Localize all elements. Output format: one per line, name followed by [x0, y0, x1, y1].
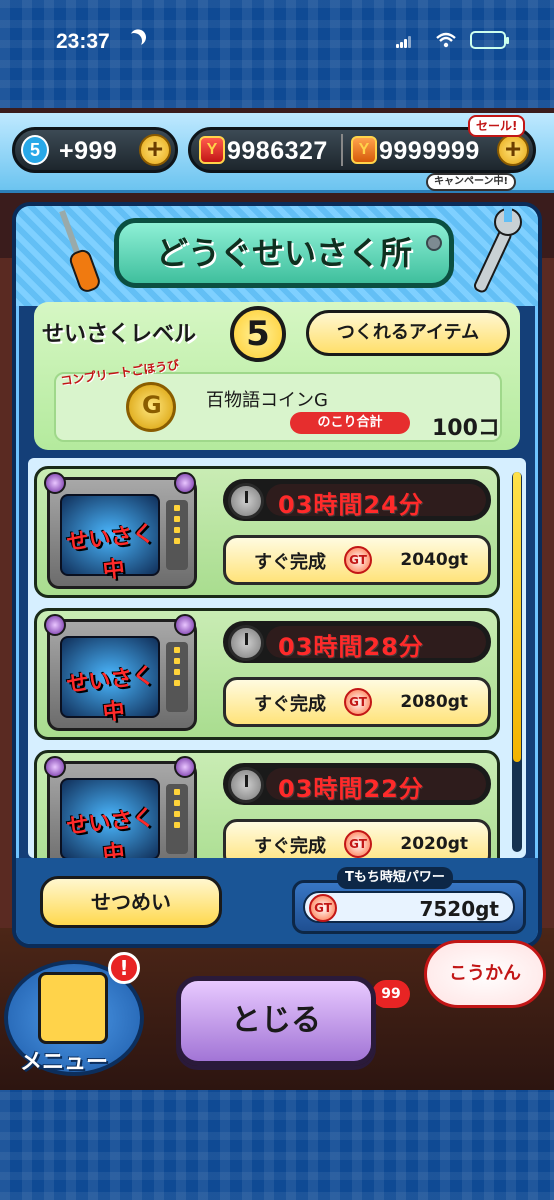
knob-icon	[174, 614, 196, 636]
instant-label: すぐ完成	[254, 836, 326, 857]
level-area: せいさくレベル 5 つくれるアイテム コンプリートごほうび 百物語コインG のこ…	[34, 302, 520, 450]
close-button[interactable]: とじる	[176, 976, 376, 1066]
explain-button[interactable]: せつめい	[40, 876, 222, 928]
timer-text: 03時間24分	[278, 491, 424, 519]
exchange-button[interactable]: こうかん	[424, 940, 546, 1008]
level-number: 5	[230, 306, 286, 362]
yen-amount: 9986327	[227, 137, 328, 165]
crafting-badge: せいさく中	[65, 805, 156, 858]
menu-label: メニュー	[20, 1050, 109, 1075]
spirit-count: +999	[59, 137, 118, 165]
spirit-counter: 5 +999 +	[12, 127, 178, 173]
remaining-count: 100コ	[432, 416, 500, 441]
power-label: Tもち時短パワー	[337, 867, 453, 889]
timer-bar: 03時間22分	[223, 763, 491, 805]
wifi-icon	[436, 32, 456, 48]
knob-icon	[44, 756, 66, 778]
moon-icon	[124, 31, 145, 52]
page-title: どうぐせいさく所	[114, 218, 454, 288]
craft-row: せいさく中 03時間24分 すぐ完成 GT 2040gt	[34, 466, 500, 598]
crafting-badge: せいさく中	[65, 521, 156, 584]
microwave-screen: せいさく中	[60, 494, 160, 584]
scrollbar[interactable]	[512, 472, 522, 852]
instant-complete-button[interactable]: すぐ完成 GT 2080gt	[223, 677, 491, 727]
campaign-tag: キャンペーン中!	[426, 173, 517, 191]
status-time: 23:37	[56, 30, 110, 53]
microwave-icon: せいさく中	[44, 614, 197, 731]
gt-icon: GT	[309, 894, 337, 922]
timer-text: 03時間28分	[278, 633, 424, 661]
clock-icon	[228, 625, 264, 661]
workshop-panel: どうぐせいさく所 せいさくレベル 5 つくれるアイテム コンプリートごほうび 百…	[12, 202, 542, 948]
signal-icon	[396, 36, 412, 48]
craft-row: せいさく中 03時間28分 すぐ完成 GT 2080gt	[34, 608, 500, 740]
footer-background	[0, 1090, 554, 1200]
instant-cost: 2020gt	[400, 834, 468, 854]
spirit-level-badge: 5	[21, 135, 49, 165]
level-label: せいさくレベル	[42, 322, 197, 347]
screwdriver-icon	[59, 210, 100, 292]
battery-icon	[470, 31, 509, 49]
time-shortening-power: Tもち時短パワー GT 7520gt	[292, 867, 526, 934]
instant-label: すぐ完成	[254, 694, 326, 715]
reward-name: 百物語コインG	[206, 390, 328, 411]
sale-tag[interactable]: セール!	[468, 115, 526, 137]
makeable-items-button[interactable]: つくれるアイテム	[306, 310, 510, 356]
point-coin-icon: Y	[351, 136, 377, 164]
microwave-icon: せいさく中	[44, 472, 197, 589]
instant-complete-button[interactable]: すぐ完成 GT 2040gt	[223, 535, 491, 585]
gt-icon: GT	[344, 830, 372, 858]
add-spirit-button[interactable]: +	[139, 134, 171, 166]
microwave-panel	[166, 784, 188, 854]
count-badge: 99	[372, 980, 410, 1008]
divider	[341, 134, 343, 166]
craft-list[interactable]: せいさく中 03時間24分 すぐ完成 GT 2040gt せいさく中 03時間2…	[28, 458, 526, 858]
wrench-icon	[473, 208, 522, 293]
microwave-panel	[166, 642, 188, 712]
instant-cost: 2040gt	[400, 550, 468, 570]
timer-bar: 03時間24分	[223, 479, 491, 521]
remaining-label: のこり合計	[290, 412, 410, 434]
bolt-icon	[426, 235, 442, 251]
microwave-icon: せいさく中	[44, 756, 197, 858]
complete-reward-box: コンプリートごほうび 百物語コインG のこり合計 100コ	[54, 358, 502, 442]
timer-bar: 03時間28分	[223, 621, 491, 663]
point-amount: 9999999	[379, 137, 480, 165]
power-value: 7520gt	[419, 897, 499, 921]
currency-bar: 5 +999 + Y 9986327 Y 9999999 + セール! キャンペ…	[0, 113, 554, 193]
microwave-screen: せいさく中	[60, 778, 160, 858]
knob-icon	[174, 472, 196, 494]
instant-label: すぐ完成	[254, 552, 326, 573]
knob-icon	[174, 756, 196, 778]
crafting-badge: せいさく中	[65, 663, 156, 726]
status-bar: 23:37	[0, 28, 554, 60]
knob-icon	[44, 614, 66, 636]
menu-character-icon	[38, 972, 108, 1044]
microwave-panel	[166, 500, 188, 570]
scrollbar-thumb[interactable]	[513, 472, 521, 762]
gt-icon: GT	[344, 688, 372, 716]
instant-cost: 2080gt	[400, 692, 468, 712]
notification-badge: !	[108, 952, 140, 984]
knob-icon	[44, 472, 66, 494]
panel-header: どうぐせいさく所	[16, 206, 538, 306]
clock-icon	[228, 767, 264, 803]
medal-icon	[126, 382, 176, 432]
timer-text: 03時間22分	[278, 775, 424, 803]
instant-complete-button[interactable]: すぐ完成 GT 2020gt	[223, 819, 491, 858]
panel-footer: せつめい Tもち時短パワー GT 7520gt	[16, 858, 538, 944]
microwave-screen: せいさく中	[60, 636, 160, 726]
add-points-button[interactable]: +	[497, 134, 529, 166]
y-coin-icon: Y	[199, 136, 225, 164]
craft-row: せいさく中 03時間22分 すぐ完成 GT 2020gt	[34, 750, 500, 858]
gt-icon: GT	[344, 546, 372, 574]
clock-icon	[228, 483, 264, 519]
